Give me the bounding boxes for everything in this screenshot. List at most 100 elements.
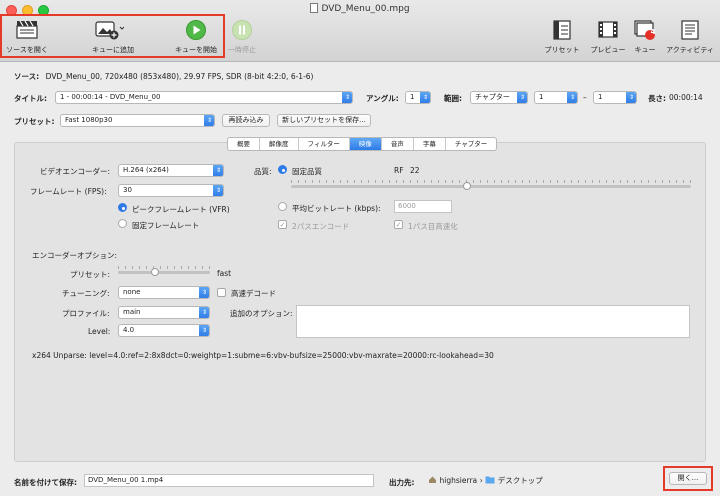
video-encoder-select[interactable]: H.264 (x264) ⇕ <box>118 164 224 177</box>
activity-log-icon <box>681 20 699 40</box>
constant-quality-label: 固定品質 <box>292 167 322 176</box>
constant-framerate-label: 固定フレームレート <box>132 221 200 230</box>
reload-preset-button[interactable]: 再読み込み <box>222 114 270 127</box>
extra-options-label: 追加のオプション: <box>230 309 293 318</box>
preset-select[interactable]: Fast 1080p30 ⇕ <box>60 114 215 127</box>
twopass-checkbox[interactable]: ✓ <box>278 220 287 229</box>
constant-framerate-radio[interactable] <box>118 219 127 228</box>
range-type-select[interactable]: チャプター ⇕ <box>470 91 528 104</box>
rf-value: 22 <box>410 166 420 175</box>
window-title: DVD_Menu_00.mpg <box>0 3 720 14</box>
framerate-select[interactable]: 30 ⇕ <box>118 184 224 197</box>
tab-dimensions[interactable]: 解像度 <box>260 138 299 150</box>
presets-drawer-icon <box>553 20 571 40</box>
tab-summary[interactable]: 概要 <box>228 138 260 150</box>
document-icon <box>310 3 319 13</box>
film-clapper-icon <box>16 20 38 39</box>
save-as-label: 名前を付けて保存: <box>14 478 77 487</box>
updown-arrow-icon: ⇕ <box>199 287 209 298</box>
x264-unparse-text: x264 Unparse: level=4.0:ref=2:8x8dct=0:w… <box>32 351 494 360</box>
level-label: Level: <box>88 327 111 336</box>
destination-path[interactable]: highsierra › デスクトップ <box>428 475 543 486</box>
avg-bitrate-label: 平均ビットレート (kbps): <box>292 204 381 213</box>
preset-label: プリセット: <box>14 117 55 126</box>
updown-arrow-icon: ⇕ <box>213 185 223 196</box>
angle-label: アングル: <box>366 94 399 103</box>
updown-arrow-icon: ⇕ <box>567 92 577 103</box>
turbo-checkbox[interactable]: ✓ <box>394 220 403 229</box>
extra-options-textarea[interactable] <box>296 305 690 338</box>
title-label: タイトル: <box>14 94 47 103</box>
play-icon <box>186 20 206 40</box>
rf-label: RF <box>394 166 404 175</box>
destination-label: 出力先: <box>389 478 415 487</box>
quality-slider-ticks <box>291 180 691 183</box>
turbo-label: 1パス目高速化 <box>408 222 458 231</box>
queue-button[interactable]: 4 キュー <box>630 17 660 59</box>
tab-filters[interactable]: フィルター <box>299 138 350 150</box>
source-info: ソース: DVD_Menu_00, 720x480 (853x480), 29.… <box>14 72 314 81</box>
add-photo-icon <box>95 21 124 40</box>
updown-arrow-icon: ⇕ <box>204 115 214 126</box>
home-icon <box>429 476 436 483</box>
tab-chapters[interactable]: チャプター <box>446 138 496 150</box>
tab-audio[interactable]: 音声 <box>382 138 414 150</box>
range-end-select[interactable]: 1 ⇕ <box>593 91 637 104</box>
quality-slider-knob[interactable] <box>463 182 471 190</box>
quality-slider[interactable] <box>291 185 691 188</box>
pause-icon <box>232 20 252 40</box>
tune-select[interactable]: none ⇕ <box>118 286 210 299</box>
duration-label: 長さ: <box>648 94 666 103</box>
open-source-button[interactable]: ソースを開く <box>2 17 52 59</box>
filename-field[interactable]: DVD_Menu_00 1.mp4 <box>84 474 374 487</box>
encoder-preset-value: fast <box>217 269 232 278</box>
updown-arrow-icon: ⇕ <box>626 92 636 103</box>
framerate-label: フレームレート (FPS): <box>30 187 107 196</box>
updown-arrow-icon: ⇕ <box>199 307 209 318</box>
save-new-preset-button[interactable]: 新しいプリセットを保存... <box>277 114 371 127</box>
browse-button[interactable]: 開く... <box>669 472 707 485</box>
encoder-preset-slider[interactable] <box>118 271 210 274</box>
peak-framerate-label: ピークフレームレート (VFR) <box>132 205 230 214</box>
quality-label: 品質: <box>254 167 272 176</box>
window-toolbar: DVD_Menu_00.mpg ソースを開く キューに追加 キューを開始 一時停… <box>0 0 720 62</box>
fastdecode-label: 高速デコード <box>231 289 276 298</box>
title-select[interactable]: 1 - 00:00:14 - DVD_Menu_00 ⇕ <box>55 91 353 104</box>
pause-button[interactable]: 一時停止 <box>224 17 260 59</box>
range-dash: – <box>583 93 587 102</box>
tune-label: チューニング: <box>62 289 110 298</box>
presets-button[interactable]: プリセット <box>540 17 584 59</box>
settings-tabs: 概要 解像度 フィルター 映像 音声 字幕 チャプター <box>227 137 498 151</box>
preview-button[interactable]: プレビュー <box>586 17 630 59</box>
tab-video[interactable]: 映像 <box>349 138 382 150</box>
updown-arrow-icon: ⇕ <box>342 92 352 103</box>
tab-subtitles[interactable]: 字幕 <box>414 138 446 150</box>
film-icon <box>598 21 618 38</box>
peak-framerate-radio[interactable] <box>118 203 127 212</box>
add-to-queue-button[interactable]: キューに追加 <box>80 17 146 59</box>
encoder-preset-label: プリセット: <box>70 270 111 279</box>
level-select[interactable]: 4.0 ⇕ <box>118 324 210 337</box>
start-queue-button[interactable]: キューを開始 <box>168 17 224 59</box>
bitrate-field[interactable]: 6000 <box>394 200 452 213</box>
queue-count-badge: 4 <box>650 28 656 36</box>
range-start-select[interactable]: 1 ⇕ <box>534 91 578 104</box>
range-label: 範囲: <box>444 94 462 103</box>
profile-label: プロファイル: <box>62 309 110 318</box>
avg-bitrate-radio[interactable] <box>278 202 287 211</box>
twopass-label: 2パスエンコード <box>292 222 350 231</box>
updown-arrow-icon: ⇕ <box>420 92 430 103</box>
encoder-preset-ticks <box>118 266 210 269</box>
encoder-options-heading: エンコーダーオプション: <box>32 251 118 260</box>
updown-arrow-icon: ⇕ <box>517 92 527 103</box>
updown-arrow-icon: ⇕ <box>213 165 223 176</box>
angle-select[interactable]: 1 ⇕ <box>405 91 431 104</box>
activity-button[interactable]: アクティビティ <box>660 17 720 59</box>
source-details: DVD_Menu_00, 720x480 (853x480), 29.97 FP… <box>45 72 314 81</box>
duration-value: 00:00:14 <box>669 93 703 102</box>
encoder-label: ビデオエンコーダー: <box>40 167 111 176</box>
profile-select[interactable]: main ⇕ <box>118 306 210 319</box>
fastdecode-checkbox[interactable] <box>217 288 226 297</box>
constant-quality-radio[interactable] <box>278 165 287 174</box>
encoder-preset-knob[interactable] <box>150 268 159 276</box>
